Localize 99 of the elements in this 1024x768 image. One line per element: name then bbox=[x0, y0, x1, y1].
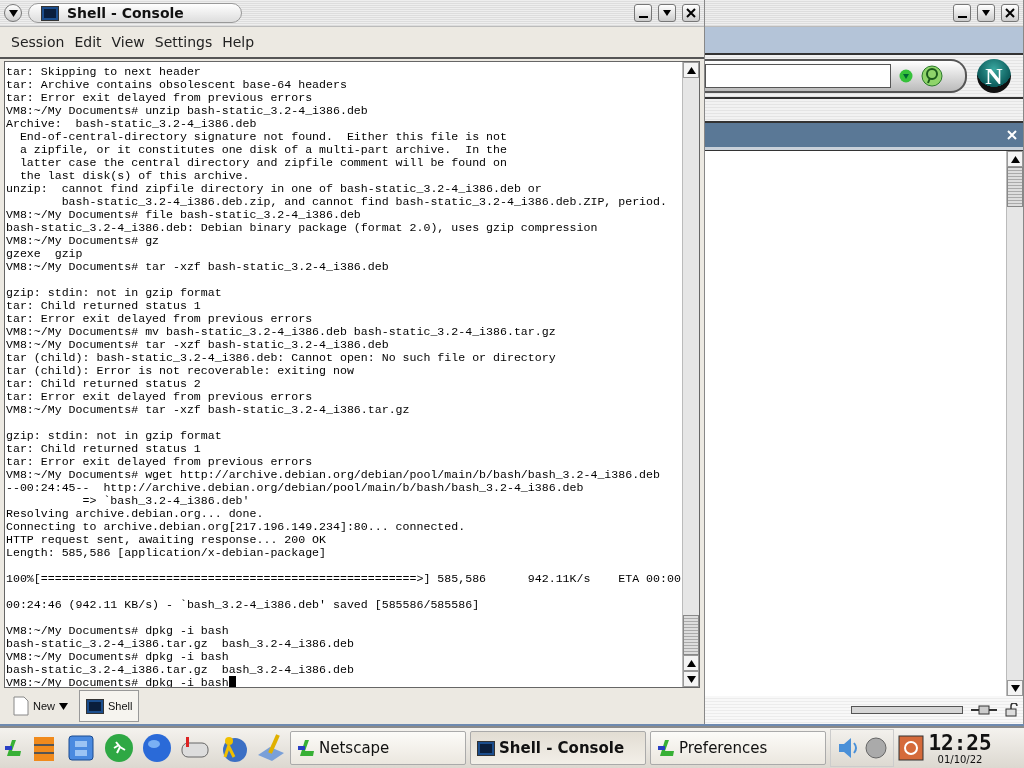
maximize-button[interactable] bbox=[658, 4, 676, 22]
terminal-line: VM8:~/My Documents# wget http://archive.debian.org/debian/pool/main/b/bash/bash_3.2-4_i386.deb bbox=[6, 468, 661, 481]
up-arrow-icon bbox=[686, 66, 696, 74]
lock-icon bbox=[1005, 703, 1019, 717]
address-field[interactable] bbox=[705, 64, 891, 88]
terminal-line: tar: Error exit delayed from previous errors bbox=[6, 312, 314, 325]
sphere-icon[interactable] bbox=[865, 737, 887, 759]
menu-item[interactable]: Help bbox=[217, 34, 260, 50]
menu-item[interactable]: View bbox=[106, 34, 150, 50]
terminal-line: tar: Error exit delayed from previous errors bbox=[6, 91, 314, 104]
globe-icon[interactable] bbox=[142, 733, 172, 763]
terminal-line: 100%[======================================================>] 585,586 942.11K/s ETA 00:00 bbox=[6, 572, 682, 585]
up-arrow-icon bbox=[686, 659, 696, 667]
taskbar-button[interactable]: Shell - Console bbox=[470, 731, 646, 765]
terminal-line: tar: Child returned status 1 bbox=[6, 299, 202, 312]
clock-date: 01/10/22 bbox=[937, 753, 983, 765]
minimize-button[interactable] bbox=[634, 4, 652, 22]
minimize-icon bbox=[957, 16, 967, 18]
browser-logo: N bbox=[977, 59, 1011, 93]
terminal-line: tar: Error exit delayed from previous errors bbox=[6, 455, 314, 468]
terminal-line: Resolving archive.debian.org... done. bbox=[6, 507, 265, 520]
terminal-line: VM8:~/My Documents# unzip bash-static_3.2-4_i386.deb bbox=[6, 104, 369, 117]
taskbar-button[interactable]: Netscape bbox=[290, 731, 466, 765]
window-title: Shell - Console bbox=[67, 5, 184, 21]
terminal-line: a zipfile, or it constitutes one disk of a multi-part archive. In the bbox=[18, 143, 508, 156]
terminal-icon bbox=[86, 698, 104, 714]
terminal-line: tar: Child returned status 2 bbox=[6, 377, 202, 390]
new-session-button[interactable]: New bbox=[6, 690, 75, 722]
maximize-icon bbox=[662, 8, 672, 18]
terminal-line: tar: Archive contains obsolescent base-64 headers bbox=[6, 78, 348, 91]
terminal-line: VM8:~/My Documents# tar -xzf bash-static_3.2-4_i386.tar.gz bbox=[6, 403, 411, 416]
power-icon[interactable] bbox=[898, 735, 924, 761]
window-menu-button[interactable] bbox=[4, 4, 22, 22]
terminal-line: VM8:~/My Documents# mv bash-static_3.2-4_i386.deb bash-static_3.2-4_i386.tar.gz bbox=[6, 325, 557, 338]
up-arrow-icon bbox=[1010, 155, 1020, 163]
close-button[interactable] bbox=[1001, 4, 1019, 22]
search-icon[interactable] bbox=[921, 65, 943, 87]
terminal-line: gzip: stdin: not in gzip format bbox=[6, 429, 223, 442]
terminal-line: VM8:~/My Documents# file bash-static_3.2-4_i386.deb bbox=[6, 208, 362, 221]
plug-icon bbox=[971, 704, 997, 716]
down-arrow-icon bbox=[1010, 684, 1020, 692]
terminal-icon bbox=[41, 5, 59, 21]
clock[interactable]: 12:25 01/10/22 bbox=[928, 731, 992, 765]
clock-time: 12:25 bbox=[928, 731, 992, 754]
terminal-line: the last disk(s) of this archive. bbox=[18, 169, 251, 182]
scrollbar-thumb[interactable] bbox=[1007, 167, 1023, 207]
scrollbar-thumb[interactable] bbox=[683, 615, 699, 655]
terminal-line: latter case the central directory and zipfile comment will be found on bbox=[18, 156, 508, 169]
terminal-line: Archive: bash-static_3.2-4_i386.deb bbox=[6, 117, 258, 130]
terminal-line: => `bash_3.2-4_i386.deb' bbox=[81, 494, 251, 507]
close-icon bbox=[686, 8, 696, 18]
terminal-line: bash-static_3.2-4_i386.tar.gz bash_3.2-4_i386.deb bbox=[6, 637, 355, 650]
terminal-line: tar (child): Error is not recoverable: exiting now bbox=[6, 364, 355, 377]
terminal-line: VM8:~/My Documents# tar -xzf bash-static_3.2-4_i386.deb bbox=[6, 338, 390, 351]
minimize-button[interactable] bbox=[953, 4, 971, 22]
terminal-icon bbox=[477, 740, 495, 756]
taskbar-button[interactable]: Preferences bbox=[650, 731, 826, 765]
terminal-line: End-of-central-directory signature not found. Either this file is not bbox=[18, 130, 508, 143]
terminal-line: tar: Error exit delayed from previous errors bbox=[6, 390, 314, 403]
terminal-line: gzexe gzip bbox=[6, 247, 84, 260]
terminal-line: VM8:~/My Documents# dpkg -i bash bbox=[6, 650, 230, 663]
cabinet-icon[interactable] bbox=[66, 733, 96, 763]
maximize-button[interactable] bbox=[977, 4, 995, 22]
terminal-line: HTTP request sent, awaiting response... 200 OK bbox=[6, 533, 328, 546]
scrollbar[interactable] bbox=[682, 62, 699, 687]
terminal-line: VM8:~/My Documents# dpkg -i bash bbox=[6, 624, 230, 637]
minimize-icon bbox=[638, 16, 648, 18]
menu-item[interactable]: Edit bbox=[69, 34, 107, 50]
close-button[interactable] bbox=[682, 4, 700, 22]
maximize-icon bbox=[981, 8, 991, 18]
app-icon bbox=[4, 739, 22, 757]
down-arrow-icon bbox=[8, 9, 18, 17]
down-arrow-icon bbox=[686, 675, 696, 683]
terminal-line: bash-static_3.2-4_i386.deb: Debian binary package (format 2.0), uses gzip compression bbox=[6, 221, 599, 234]
close-icon bbox=[1005, 8, 1015, 18]
terminal-line: gzip: stdin: not in gzip format bbox=[6, 286, 223, 299]
app-icon bbox=[297, 739, 315, 757]
terminal-line: Connecting to archive.debian.org[217.196.149.234]:80... connected. bbox=[6, 520, 467, 533]
dropdown-icon[interactable] bbox=[899, 69, 913, 83]
scrollbar[interactable] bbox=[1006, 151, 1023, 696]
menu-item[interactable]: Settings bbox=[149, 34, 218, 50]
document-icon bbox=[13, 696, 29, 716]
terminal-line: 00:24:46 (942.11 KB/s) - `bash_3.2-4_i386.deb' saved [585586/585586] bbox=[6, 598, 481, 611]
session-tab[interactable]: Shell bbox=[79, 690, 140, 722]
terminal-line: --00:24:45-- http://archive.debian.org/debian/pool/main/b/bash/bash_3.2-4_i386.deb bbox=[6, 481, 585, 494]
terminal-line: unzip: cannot find zipfile directory in one of bash-static_3.2-4_i386.deb or bbox=[6, 182, 543, 195]
terminal-line: tar: Skipping to next header bbox=[6, 65, 202, 78]
terminal-line: VM8:~/My Documents# tar -xzf bash-static_3.2-4_i386.deb bbox=[6, 260, 390, 273]
terminal-line: Length: 585,586 [application/x-debian-package] bbox=[6, 546, 328, 559]
terminal-line: tar: Child returned status 1 bbox=[6, 442, 202, 455]
app-icon bbox=[657, 739, 675, 757]
terminal-line: bash-static_3.2-4_i386.deb.zip, and cannot find bash-static_3.2-4_i386.deb.ZIP, period. bbox=[60, 195, 668, 208]
terminal-line: tar (child): bash-static_3.2-4_i386.deb: Cannot open: No such file or directory bbox=[6, 351, 557, 364]
terminal-line: VM8:~/My Documents# gz bbox=[6, 234, 161, 247]
menu-item[interactable]: Session bbox=[6, 34, 70, 50]
close-icon[interactable] bbox=[1007, 130, 1017, 140]
terminal-line: bash-static_3.2-4_i386.tar.gz bash_3.2-4_i386.deb bbox=[6, 663, 355, 676]
speaker-icon[interactable] bbox=[837, 736, 859, 760]
down-arrow-icon bbox=[59, 702, 68, 710]
